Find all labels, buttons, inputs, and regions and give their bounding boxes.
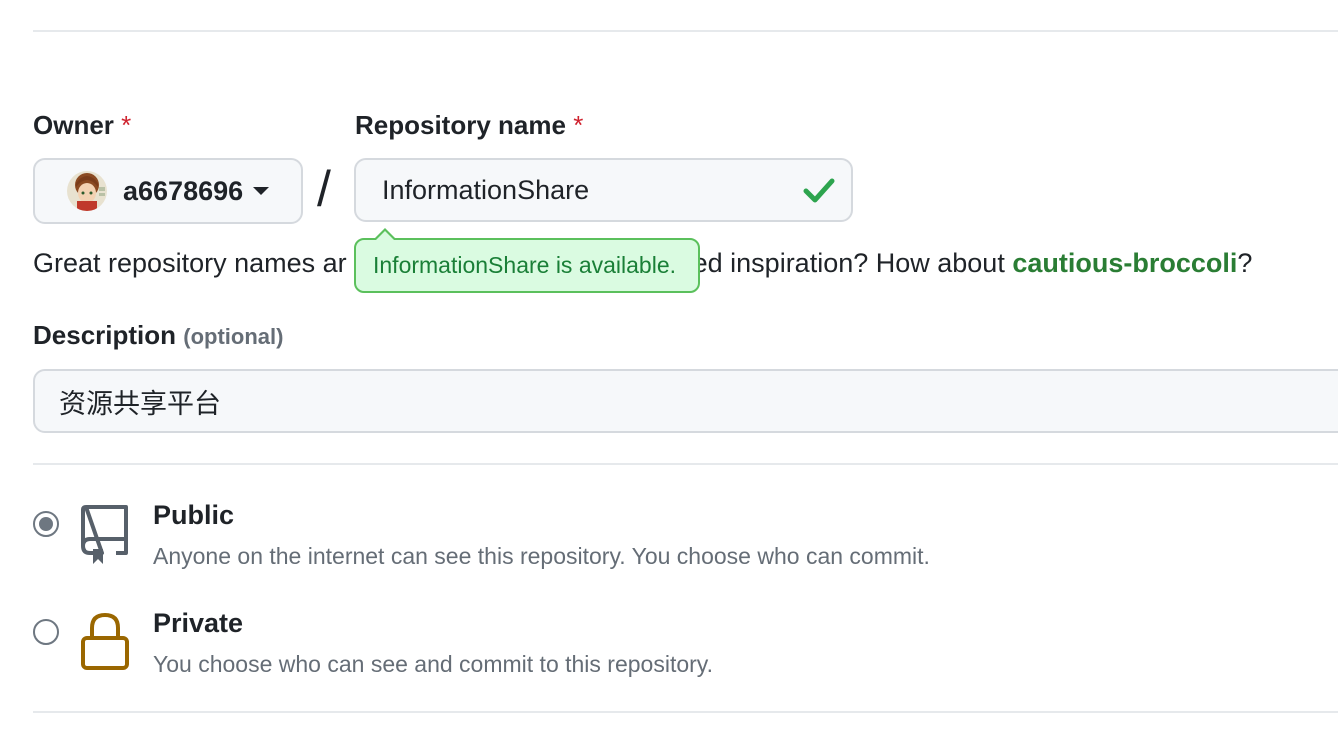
- owner-name: a6678696: [123, 175, 244, 206]
- bottom-divider: [33, 711, 1338, 713]
- section-divider: [33, 463, 1338, 465]
- check-icon: [803, 176, 835, 211]
- lock-icon: [80, 612, 130, 677]
- repo-name-value: InformationShare: [382, 174, 590, 205]
- repo-name-input[interactable]: InformationShare: [354, 158, 853, 222]
- public-title: Public: [153, 500, 235, 530]
- owner-repo-separator: /: [317, 161, 331, 217]
- avatar: [67, 171, 107, 211]
- top-divider: [33, 30, 1338, 32]
- name-suggestion-link[interactable]: cautious-broccoli: [1012, 248, 1237, 278]
- repo-name-label: Repository name *: [355, 110, 584, 140]
- private-title: Private: [153, 608, 244, 638]
- availability-tooltip: InformationShare is available.: [354, 228, 700, 293]
- public-description: Anyone on the internet can see this repo…: [153, 543, 930, 569]
- repo-icon: [80, 503, 130, 572]
- private-radio[interactable]: [33, 619, 59, 645]
- chevron-down-icon: [253, 187, 270, 195]
- private-description: You choose who can see and commit to thi…: [153, 651, 713, 677]
- availability-text: InformationShare is available.: [373, 252, 676, 278]
- description-value: 资源共享平台: [59, 388, 221, 419]
- description-label: Description (optional): [33, 320, 284, 350]
- owner-label: Owner *: [33, 110, 132, 140]
- owner-dropdown[interactable]: a6678696: [33, 158, 303, 224]
- public-radio[interactable]: [33, 511, 59, 537]
- description-input[interactable]: 资源共享平台: [33, 369, 1338, 433]
